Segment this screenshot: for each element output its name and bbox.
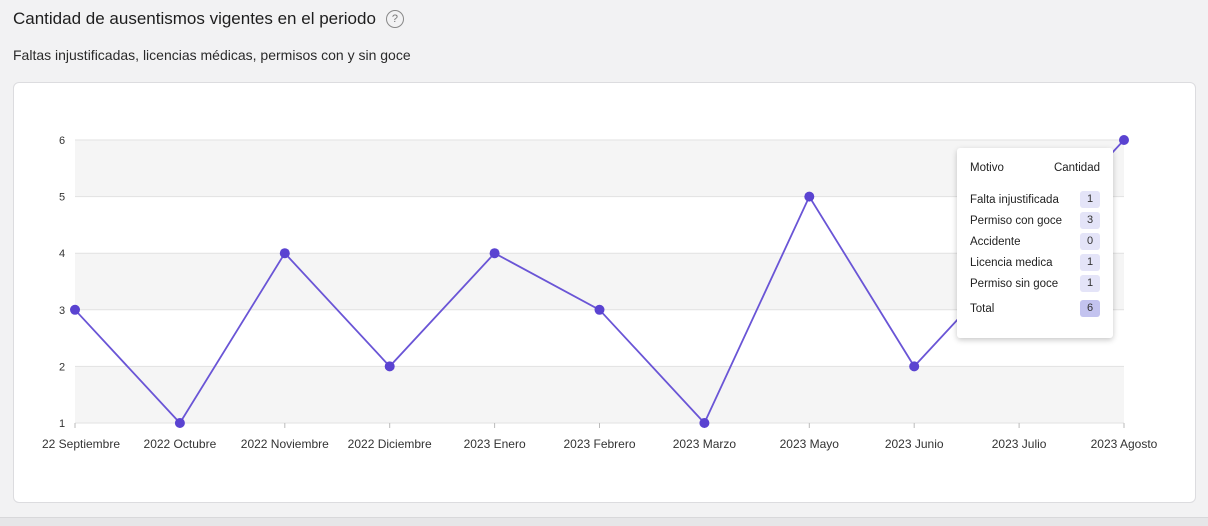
tooltip-row-label: Accidente — [970, 235, 1021, 248]
tooltip-col-cantidad: Cantidad — [1053, 162, 1100, 174]
y-tick-label: 3 — [59, 305, 65, 317]
y-tick-label: 2 — [59, 361, 65, 373]
tooltip-row: Accidente 0 — [970, 231, 1100, 252]
data-point — [909, 361, 920, 372]
x-tick-label: 2022 Noviembre — [241, 437, 329, 451]
tooltip-row-value: 1 — [1080, 275, 1100, 292]
x-tick-label: 2022 Diciembre — [348, 437, 432, 451]
tooltip-row-label: Licencia medica — [970, 256, 1053, 269]
x-tick-label: 2023 Julio — [992, 437, 1047, 451]
tooltip-row-value: 0 — [1080, 233, 1100, 250]
tooltip-row: Permiso con goce 3 — [970, 210, 1100, 231]
tooltip-total-row: Total 6 — [970, 298, 1100, 319]
tooltip-total-value: 6 — [1080, 300, 1100, 317]
tooltip-row: Licencia medica 1 — [970, 252, 1100, 273]
tooltip-row-label: Permiso con goce — [970, 214, 1063, 227]
x-tick-label: 2023 Junio — [885, 437, 944, 451]
data-point — [699, 418, 710, 428]
x-tick-label: 2023 Mayo — [780, 437, 840, 451]
tooltip-total-label: Total — [970, 302, 995, 315]
grid-band — [75, 366, 1124, 423]
tooltip: Motivo Cantidad Falta injustificada 1 Pe… — [957, 148, 1113, 338]
tooltip-row-label: Falta injustificada — [970, 193, 1059, 206]
x-tick-label: 22 Septiembre — [42, 437, 120, 451]
tooltip-row-value: 3 — [1080, 212, 1100, 229]
y-tick-label: 1 — [59, 418, 65, 430]
data-point — [384, 361, 395, 372]
x-tick-label: 2022 Octubre — [144, 437, 217, 451]
data-point — [489, 248, 500, 259]
x-tick-label: 2023 Enero — [464, 437, 526, 451]
tooltip-row: Permiso sin goce 1 — [970, 273, 1100, 294]
data-point — [70, 304, 80, 315]
tooltip-row-label: Permiso sin goce — [970, 277, 1059, 290]
data-point — [279, 248, 290, 259]
data-point — [1119, 135, 1129, 145]
y-tick-label: 4 — [59, 248, 65, 260]
tooltip-row-value: 1 — [1080, 191, 1100, 208]
tooltip-col-motivo: Motivo — [970, 162, 1004, 174]
tooltip-row: Falta injustificada 1 — [970, 189, 1100, 210]
y-tick-label: 6 — [59, 135, 65, 147]
data-point — [804, 191, 815, 202]
y-tick-label: 5 — [59, 192, 65, 204]
x-tick-label: 2023 Febrero — [563, 437, 635, 451]
data-point — [174, 418, 185, 428]
x-tick-label: 2023 Marzo — [673, 437, 737, 451]
x-tick-label: 2023 Agosto — [1091, 437, 1158, 451]
data-point — [594, 304, 605, 315]
tooltip-header: Motivo Cantidad — [970, 162, 1100, 174]
tooltip-row-value: 1 — [1080, 254, 1100, 271]
